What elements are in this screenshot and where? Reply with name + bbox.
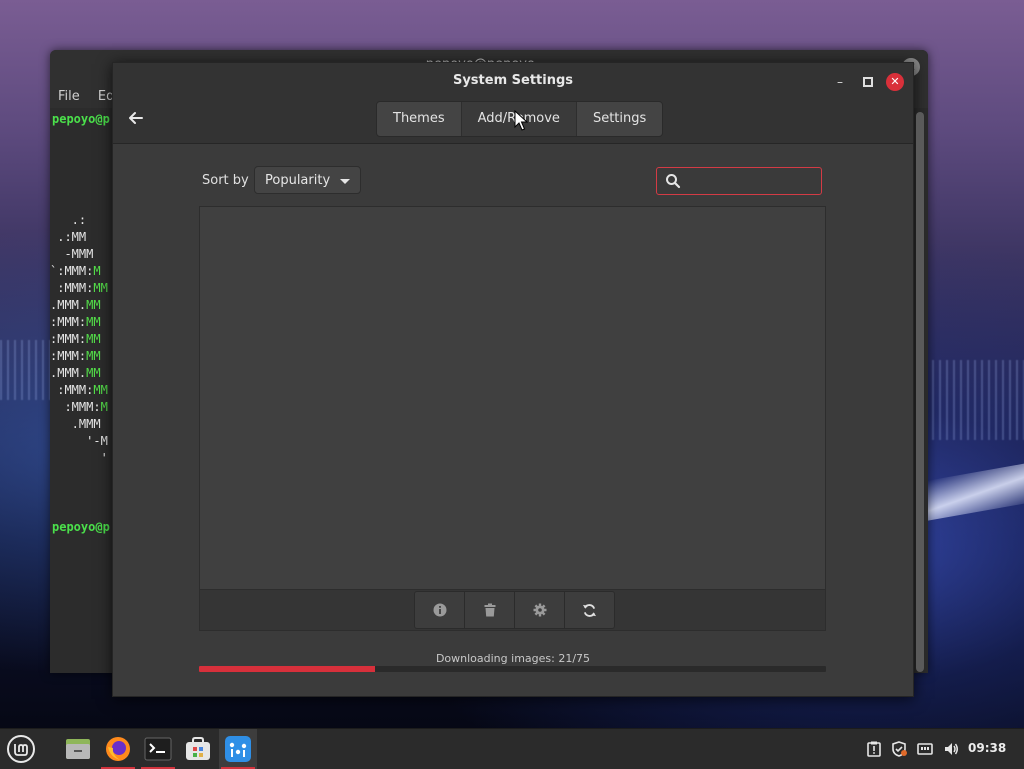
taskbar: 09:38 — [0, 728, 1024, 769]
file-manager-icon — [66, 739, 90, 759]
taskbar-files[interactable] — [59, 729, 97, 769]
terminal-art-line: '-M — [50, 434, 108, 448]
software-manager-icon — [186, 737, 210, 760]
linux-mint-logo-icon — [7, 735, 35, 763]
wallpaper-city-lights-left — [0, 340, 55, 400]
back-arrow-icon — [129, 112, 143, 124]
desktop-wallpaper: pepoyo@pepoyo-... ✕ File Ed pepoyo@p .: … — [0, 0, 1024, 728]
terminal-art-line: .: — [50, 213, 87, 227]
gear-icon — [533, 603, 546, 617]
maximize-icon — [863, 77, 873, 87]
theme-list[interactable] — [199, 206, 826, 590]
download-progress-bar — [199, 666, 826, 672]
chevron-down-icon — [340, 179, 350, 184]
terminal-art-line: `:MMM:M — [50, 264, 101, 278]
back-button[interactable] — [125, 107, 147, 129]
firefox-icon — [106, 737, 130, 761]
search-field[interactable] — [656, 167, 822, 195]
taskbar-firefox[interactable] — [99, 729, 137, 769]
terminal-art-line: :MMM:MM — [50, 332, 101, 346]
terminal-art-line: ' — [50, 451, 108, 465]
network-icon[interactable] — [917, 741, 933, 757]
window-headerbar[interactable]: System Settings – ✕ Themes Add/Remove Se… — [113, 63, 913, 144]
terminal-art-line: .MMM.MM — [50, 298, 101, 312]
terminal-art-line: .MMM.MM — [50, 366, 101, 380]
terminal-art-line: :MMM:MM — [50, 383, 108, 397]
download-status: Downloading images: 21/75 — [435, 652, 591, 665]
window-title: System Settings — [452, 73, 574, 88]
search-input[interactable] — [687, 171, 819, 193]
wallpaper-bridge — [928, 459, 1024, 521]
terminal-art-line: :MMM:MM — [50, 349, 101, 363]
clipboard-icon[interactable] — [866, 741, 882, 757]
configure-button[interactable] — [515, 592, 565, 628]
terminal-art-line: :MMM:MM — [50, 315, 101, 329]
settings-app-icon — [225, 736, 251, 762]
sort-dropdown-value: Popularity — [265, 173, 331, 188]
terminal-scrollbar[interactable] — [916, 112, 924, 672]
terminal-prompt-bottom: pepoyo@p — [52, 520, 110, 534]
terminal-prompt: pepoyo@p — [52, 112, 110, 126]
terminal-icon — [144, 737, 172, 761]
trash-icon — [484, 603, 495, 617]
search-icon — [666, 174, 681, 189]
maximize-button[interactable] — [859, 73, 877, 91]
terminal-art-line: :MMM:M — [50, 400, 108, 414]
wallpaper-city-lights — [925, 360, 1024, 440]
shield-icon[interactable] — [891, 741, 907, 757]
terminal-menu-file[interactable]: File — [58, 89, 80, 104]
list-toolbar — [199, 590, 826, 631]
terminal-art-line: :MMM:MM — [50, 281, 108, 295]
clock[interactable]: 09:38 — [968, 741, 1006, 755]
tab-settings[interactable]: Settings — [577, 102, 662, 136]
terminal-ascii-art: .: .:MM -MMM `:MMM:M :MMM:MM .MMM.MM :MMM:M… — [50, 212, 108, 467]
taskbar-system-settings[interactable] — [219, 729, 257, 769]
close-button[interactable]: ✕ — [886, 73, 904, 91]
refresh-icon — [582, 603, 597, 617]
sort-label: Sort by — [202, 173, 249, 188]
tab-themes[interactable]: Themes — [377, 102, 462, 136]
uninstall-button[interactable] — [465, 592, 515, 628]
refresh-button[interactable] — [565, 592, 614, 628]
add-remove-page: Sort by Popularity Downloading images: 2… — [113, 144, 913, 696]
taskbar-software-manager[interactable] — [179, 729, 217, 769]
download-progress-fill — [199, 666, 375, 672]
menu-button[interactable] — [2, 729, 40, 769]
taskbar-terminal[interactable] — [139, 729, 177, 769]
terminal-art-line: -MMM — [50, 247, 94, 261]
info-button[interactable] — [415, 592, 465, 628]
terminal-art-line: .MMM — [50, 417, 101, 431]
list-action-buttons — [414, 591, 615, 629]
sort-dropdown[interactable]: Popularity — [254, 166, 361, 194]
terminal-art-line: .:MM — [50, 230, 87, 244]
system-settings-window[interactable]: System Settings – ✕ Themes Add/Remove Se… — [112, 62, 914, 697]
info-icon — [433, 603, 446, 617]
mouse-pointer-icon — [514, 110, 528, 131]
volume-icon[interactable] — [943, 741, 959, 757]
minimize-button[interactable]: – — [831, 73, 849, 91]
